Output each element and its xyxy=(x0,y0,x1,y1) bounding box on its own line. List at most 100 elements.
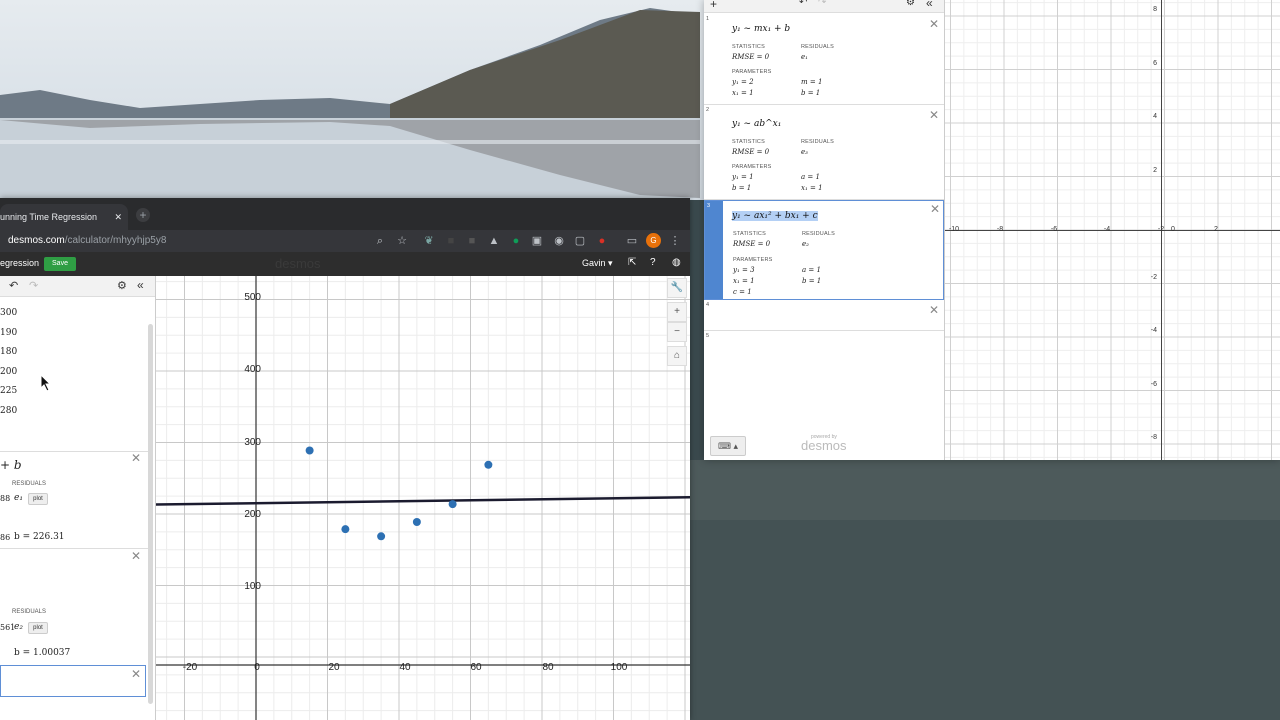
expression-index: 2 xyxy=(706,107,710,113)
search-icon[interactable]: ⌕ xyxy=(373,234,387,248)
graph-settings-wrench-icon[interactable]: 🔧 xyxy=(667,278,687,298)
delete-expression-icon[interactable]: ✕ xyxy=(130,668,142,680)
globe-icon[interactable]: ◍ xyxy=(672,257,681,268)
extension-dark2-icon[interactable]: ■ xyxy=(465,234,479,248)
url-path: /calculator/mhyyhjp5y8 xyxy=(64,235,167,246)
profile-avatar[interactable]: G xyxy=(646,233,661,248)
param-m-value: 86 xyxy=(0,533,11,542)
graph-title[interactable]: egression xyxy=(0,258,39,268)
data-point[interactable] xyxy=(377,532,386,541)
settings-gear-icon[interactable]: ⚙ xyxy=(906,0,915,8)
new-tab-button[interactable]: + xyxy=(136,208,150,222)
linear-formula[interactable]: + b xyxy=(0,458,22,472)
data-point[interactable] xyxy=(448,500,457,509)
data-point[interactable] xyxy=(412,518,421,526)
cast-icon[interactable]: ▭ xyxy=(625,234,639,248)
bookmark-star-icon[interactable]: ☆ xyxy=(395,234,409,248)
user-menu[interactable]: Gavin ▾ xyxy=(582,258,613,269)
delete-expression-icon[interactable]: ✕ xyxy=(130,550,142,562)
popup-toolbar: + ↶ ↷ ⚙ « xyxy=(704,0,944,13)
redo-icon[interactable]: ↷ xyxy=(818,0,826,8)
add-expression-icon[interactable]: + xyxy=(710,0,717,11)
zoom-in-button[interactable]: + xyxy=(667,302,687,322)
param-value: b = 1 xyxy=(801,89,821,97)
popup-expression-1[interactable]: 1 y₁ ~ mx₁ + b ✕ STATISTICS RESIDUALS RM… xyxy=(704,14,944,105)
param-b-value: b = 226.31 xyxy=(14,532,65,542)
data-point[interactable] xyxy=(305,446,314,455)
data-point[interactable] xyxy=(341,525,350,534)
delete-expression-icon[interactable]: ✕ xyxy=(130,452,142,464)
table-cell-y5[interactable]: 225 xyxy=(0,386,17,396)
collapse-chevron-icon[interactable]: « xyxy=(926,0,933,10)
param-value: b = 1 xyxy=(732,184,752,192)
linear-regression-formula[interactable]: y₁ ~ mx₁ + b xyxy=(732,24,790,34)
url-field[interactable]: desmos.com/calculator/mhyyhjp5y8 xyxy=(0,232,378,250)
residual-variable: e₂ xyxy=(802,240,809,248)
delete-expression-icon[interactable]: ✕ xyxy=(928,109,940,121)
redo-icon[interactable]: ↷ xyxy=(29,279,38,292)
plot-button[interactable]: plot xyxy=(28,493,48,505)
y-tick-label: 8 xyxy=(1153,6,1157,13)
keyboard-toggle-button[interactable]: ⌨ ▴ xyxy=(710,436,746,456)
popup-expression-3[interactable]: 3 y₁ ~ ax₁² + bx₁ + c ✕ STATISTICS RESID… xyxy=(704,200,944,300)
url-domain: desmos.com xyxy=(8,235,65,246)
expression-scrollbar[interactable] xyxy=(148,324,153,704)
undo-icon[interactable]: ↶ xyxy=(9,279,18,292)
x-tick-label: -20 xyxy=(182,662,198,673)
save-button[interactable]: Save xyxy=(44,257,76,271)
tab-close-icon[interactable]: ✕ xyxy=(114,204,122,230)
desmos-logo: desmos xyxy=(275,256,321,271)
share-icon[interactable]: ⇱ xyxy=(628,257,636,268)
residuals-label: RESIDUALS xyxy=(801,44,834,50)
zoom-out-button[interactable]: − xyxy=(667,322,687,342)
residual-variable: e₃ xyxy=(801,148,808,156)
graph-paper[interactable]: 500 400 300 200 100 -20 0 20 40 60 80 10… xyxy=(156,276,690,720)
extension-icon[interactable]: ❦ xyxy=(422,234,436,248)
tab-strip: unning Time Regression ✕ + xyxy=(0,198,690,230)
new-expression-input[interactable] xyxy=(0,665,146,697)
extension-circle-icon[interactable]: ◉ xyxy=(552,234,566,248)
undo-icon[interactable]: ↶ xyxy=(799,0,807,8)
popup-graph-paper[interactable]: 8 6 4 2 -2 -4 -6 -8 -10 -8 -6 -4 -2 0 2 xyxy=(945,0,1280,460)
x-tick-label: -6 xyxy=(1050,226,1058,233)
expression-index: 4 xyxy=(706,302,710,308)
exponential-regression-formula[interactable]: y₁ ~ ab^x₁ xyxy=(732,119,781,129)
popup-expression-2[interactable]: 2 y₁ ~ ab^x₁ ✕ STATISTICS RESIDUALS RMSE… xyxy=(704,105,944,200)
table-cell-y2[interactable]: 190 xyxy=(0,328,17,338)
help-icon[interactable]: ? xyxy=(650,257,656,268)
collapse-chevron-icon[interactable]: « xyxy=(137,278,144,292)
table-cell-y6[interactable]: 280 xyxy=(0,406,17,416)
drive-icon[interactable]: ▲ xyxy=(487,234,501,248)
table-cell-y1[interactable]: 300 xyxy=(0,308,17,318)
y-tick-label: 200 xyxy=(244,509,261,520)
popup-expression-4[interactable]: 4 ✕ xyxy=(704,300,944,331)
selected-indicator xyxy=(705,201,723,299)
table-cell-y3[interactable]: 180 xyxy=(0,347,17,357)
y-tick-label: 100 xyxy=(244,581,261,592)
desmos-logo: desmos xyxy=(801,438,847,453)
expression-list: ↶ ↷ ⚙ « 300 190 180 200 225 280 + b ✕ RE… xyxy=(0,276,156,720)
home-icon[interactable]: ⌂ xyxy=(667,346,687,366)
y-tick-label: 400 xyxy=(244,364,261,375)
extension-dark-icon[interactable]: ■ xyxy=(444,234,458,248)
plot-button[interactable]: plot xyxy=(28,622,48,634)
param-value: y₁ = 1 xyxy=(732,173,754,181)
delete-expression-icon[interactable]: ✕ xyxy=(928,18,940,30)
menu-dots-icon[interactable]: ⋮ xyxy=(668,234,682,248)
param-value: x₁ = 1 xyxy=(801,184,823,192)
table-cell-y4[interactable]: 200 xyxy=(0,367,17,377)
extension-square-icon[interactable]: ▢ xyxy=(573,234,587,248)
param-value: x₁ = 1 xyxy=(732,89,754,97)
desmos-popup: + ↶ ↷ ⚙ « 1 y₁ ~ mx₁ + b ✕ STATISTICS RE… xyxy=(704,0,1280,460)
divider xyxy=(0,451,150,452)
quadratic-regression-formula[interactable]: y₁ ~ ax₁² + bx₁ + c xyxy=(732,211,818,221)
tab-regression[interactable]: unning Time Regression ✕ xyxy=(0,204,128,230)
extension-box-icon[interactable]: ▣ xyxy=(530,234,544,248)
rmse-value: RMSE = 0 xyxy=(732,148,770,156)
data-point[interactable] xyxy=(484,460,493,469)
extension-red-icon[interactable]: ● xyxy=(595,234,609,248)
settings-gear-icon[interactable]: ⚙ xyxy=(117,279,127,292)
delete-expression-icon[interactable]: ✕ xyxy=(928,304,940,316)
grammarly-icon[interactable]: ● xyxy=(509,234,523,248)
delete-expression-icon[interactable]: ✕ xyxy=(929,203,941,215)
